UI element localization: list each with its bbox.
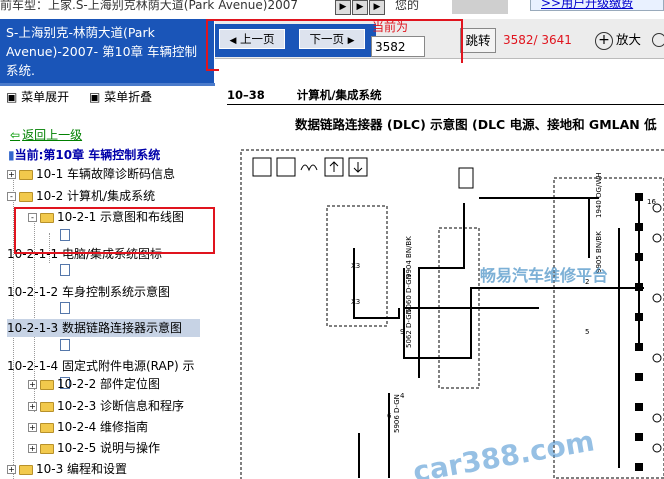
last-page-icon[interactable]: ▶ <box>352 0 368 15</box>
zoom-in-label: 放大 <box>616 32 642 47</box>
tree-item-10-2-1-3[interactable]: 10-2-1-3 数据链路连接器示意图 <box>7 319 200 337</box>
user-greeting-text: 您的 <box>395 0 420 12</box>
upgrade-link[interactable]: >>用户升级缴费 <box>530 0 664 11</box>
expand-icon[interactable]: + <box>28 423 37 432</box>
tree-item-10-2[interactable]: - 10-2 计算机/集成系统 <box>7 187 155 205</box>
tree-label: 10-2-1-4 固定式附件电源(RAP) 示 <box>7 359 195 373</box>
expand-all-button[interactable]: ▣ 菜单展开 <box>6 90 77 104</box>
document-icon <box>60 302 70 314</box>
tree-item-10-2-4[interactable]: +10-2-4 维修指南 <box>28 418 148 436</box>
tree-item-10-2-1-2[interactable]: 10-2-1-2 车身控制系统示意图 <box>7 283 170 301</box>
document-viewer: 10–38 计算机/集成系统 数据链路连接器 (DLC) 示意图 (DLC 电源… <box>219 63 664 479</box>
tree-item-10-2-2[interactable]: +10-2-2 部件定位图 <box>28 375 160 393</box>
zoom-out-icon[interactable] <box>652 33 664 47</box>
top-strip: 前车型：上家.S-上海别克林荫大道(Park Avenue)2007 ▶ ▶ ▶… <box>0 0 664 19</box>
wire-label: 1940 OG/WH <box>595 172 603 218</box>
tree-label: 10-2 计算机/集成系统 <box>36 189 156 203</box>
page-toolbar: ◀ 上一页 下一页 ▶ 当前为 跳转 3582/ 3641 +放大 <box>206 19 664 71</box>
section-title: 计算机/集成系统 <box>296 88 382 102</box>
sidebar-title: S-上海别克-林荫大道(Park Avenue)-2007- 第10章 车辆控制… <box>0 19 214 83</box>
expand-icon[interactable]: + <box>28 380 37 389</box>
sidebar: S-上海别克-林荫大道(Park Avenue)-2007- 第10章 车辆控制… <box>0 19 215 479</box>
tree-item-10-2-1-4[interactable]: 10-2-1-4 固定式附件电源(RAP) 示 <box>7 357 194 375</box>
tree-label: 10-1 车辆故障诊断码信息 <box>36 167 176 181</box>
tree-label: 10-2-4 维修指南 <box>57 420 149 434</box>
app-window: 前车型：上家.S-上海别克林荫大道(Park Avenue)2007 ▶ ▶ ▶… <box>0 0 664 479</box>
expand-icon[interactable]: + <box>7 170 16 179</box>
tree-item-10-2-3[interactable]: +10-2-3 诊断信息和程序 <box>28 397 184 415</box>
tree-item-10-2-5[interactable]: +10-2-5 说明与操作 <box>28 439 160 457</box>
current-chapter-label: 当前:第10章 车辆控制系统 <box>14 148 161 162</box>
folder-icon <box>40 401 54 412</box>
folder-icon <box>19 464 33 475</box>
expand-icon[interactable]: + <box>28 444 37 453</box>
watermark-text: 畅易汽车维修平台 <box>480 266 609 285</box>
tree-label: 10-3 编程和设置 <box>36 462 128 476</box>
tree-item-10-1[interactable]: +10-1 车辆故障诊断码信息 <box>7 165 175 183</box>
legend-icons <box>252 157 368 177</box>
section-number: 10–38 <box>227 88 265 102</box>
pin-9: 9 <box>400 328 404 336</box>
collapse-icon[interactable]: - <box>7 192 16 201</box>
zoom-in-button[interactable]: + 放大 <box>595 29 641 51</box>
tree-label: 10-2-3 诊断信息和程序 <box>57 399 185 413</box>
folder-icon <box>19 169 33 180</box>
pin-6: 6 <box>387 412 392 420</box>
wiring-diagram: X3 X3 9 4 6 2 5 16 5062 D-GN 5060 D-GN 5… <box>240 149 664 479</box>
collapse-all-button[interactable]: ▣ 菜单折叠 <box>89 90 160 104</box>
connector-x3: X3 <box>351 262 360 270</box>
back-link-label: 返回上一级 <box>22 128 83 142</box>
wire-label: 5062 D-GN <box>405 309 413 348</box>
tree-item-10-3[interactable]: +10-3 编程和设置 <box>7 460 127 478</box>
document-icon <box>60 339 70 351</box>
document-icon <box>60 264 70 276</box>
vehicle-info-text: 前车型：上家.S-上海别克林荫大道(Park Avenue)2007 <box>0 0 298 12</box>
nav-icons: ▶ ▶ ▶ <box>335 0 385 15</box>
highlight-box-tree <box>14 207 215 254</box>
jump-button[interactable]: 跳转 <box>460 28 496 53</box>
header-rule <box>227 104 664 105</box>
banner-image <box>452 0 508 14</box>
zoom-in-icon: + <box>595 31 613 50</box>
chapter-book-icon: ▮ <box>8 148 15 162</box>
first-page-icon[interactable]: ▶ <box>335 0 351 15</box>
page-count: 3582/ 3641 <box>503 33 572 47</box>
tree-label: 10-2-1-2 车身控制系统示意图 <box>7 285 170 299</box>
tree-label: 10-2-2 部件定位图 <box>57 377 161 391</box>
doc-header: 10–38 计算机/集成系统 <box>227 87 381 103</box>
menu-tools: ▣ 菜单展开 ▣ 菜单折叠 <box>6 88 168 105</box>
folder-icon <box>40 379 54 390</box>
main-area: ◀ 上一页 下一页 ▶ 当前为 跳转 3582/ 3641 +放大 10–38 … <box>206 19 664 479</box>
tree-label: 10-2-1-3 数据链路连接器示意图 <box>7 321 182 335</box>
expand-all-label: 菜单展开 <box>21 90 70 104</box>
wire-label: 9904 BN/BK <box>405 236 413 278</box>
document-title: 数据链路连接器 (DLC) 示意图 (DLC 电源、接地和 GMLAN 低 <box>295 117 657 132</box>
sidebar-separator <box>0 83 215 86</box>
folder-open-icon <box>19 191 33 202</box>
wire-label: 5906 D-GN <box>393 394 401 433</box>
connector-x3: X3 <box>351 298 360 306</box>
folder-icon <box>40 443 54 454</box>
folder-icon <box>40 422 54 433</box>
collapse-all-label: 菜单折叠 <box>104 90 153 104</box>
end-icon[interactable]: ▶ <box>369 0 385 15</box>
expand-icon[interactable]: + <box>28 402 37 411</box>
current-chapter: ▮当前:第10章 车辆控制系统 <box>8 146 160 163</box>
tree-label: 10-2-5 说明与操作 <box>57 441 161 455</box>
wire-label: 5060 D-GN <box>405 274 413 313</box>
expand-icon[interactable]: + <box>7 465 16 474</box>
back-link[interactable]: ⇦ 返回上一级 <box>10 126 82 143</box>
pin-5: 5 <box>585 328 589 336</box>
back-arrow-icon: ⇦ <box>10 128 21 142</box>
